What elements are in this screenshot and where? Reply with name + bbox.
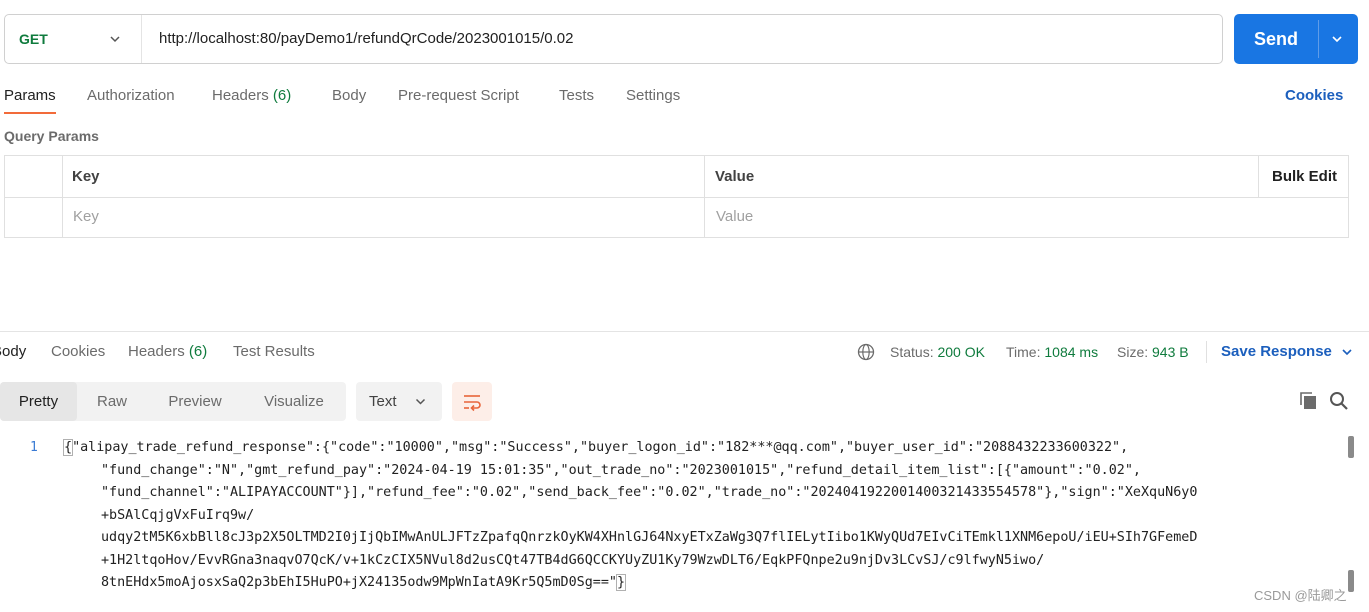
tab-tests[interactable]: Tests <box>559 84 594 108</box>
headers-count: (6) <box>272 87 292 104</box>
tab-settings[interactable]: Settings <box>626 84 680 108</box>
divider <box>1206 341 1207 363</box>
value-input[interactable]: Value <box>716 197 1336 237</box>
send-label[interactable]: Send <box>1234 14 1318 64</box>
scrollbar-thumb[interactable] <box>1348 436 1354 458</box>
url-bar: GET http://localhost:80/payDemo1/refundQ… <box>4 14 1223 64</box>
view-mode-raw[interactable]: Raw <box>80 382 144 421</box>
divider <box>141 15 142 63</box>
code-line: "fund_channel":"ALIPAYACCOUNT"}],"refund… <box>101 485 1198 500</box>
scrollbar-thumb[interactable] <box>1348 570 1354 592</box>
chevron-down-icon[interactable] <box>108 32 122 46</box>
cookies-link[interactable]: Cookies <box>1285 84 1343 108</box>
tab-response-cookies[interactable]: Cookies <box>51 341 105 363</box>
code-line: udqy2tM5K6xbBll8cJ3p2X5OLTMD2I0jIjQbIMwA… <box>101 530 1198 545</box>
column-header-value: Value <box>715 168 755 185</box>
view-mode-preview[interactable]: Preview <box>155 382 235 421</box>
code-line: +1H2ltqoHov/EvvRGna3naqvO7QcK/v+1kCzCIX5… <box>101 552 1045 568</box>
divider <box>1258 156 1259 197</box>
tab-headers[interactable]: Headers (6) <box>212 84 291 108</box>
format-select[interactable]: Text <box>356 382 442 421</box>
tab-pre-request-script[interactable]: Pre-request Script <box>398 84 519 108</box>
method-select[interactable]: GET <box>19 15 48 63</box>
open-brace: { <box>62 439 74 456</box>
response-body-code[interactable]: {"alipay_trade_refund_response":{"code":… <box>62 437 1334 595</box>
wrap-lines-icon <box>464 395 481 412</box>
view-mode-pretty[interactable]: Pretty <box>0 382 77 421</box>
chevron-down-icon <box>415 398 426 405</box>
key-input[interactable]: Key <box>73 197 693 237</box>
bulk-edit-button[interactable]: Bulk Edit <box>1272 156 1337 197</box>
tab-response-body[interactable]: Body <box>0 341 26 363</box>
size-label: Size: <box>1117 344 1149 360</box>
code-line: +bSAlCqjgVxFuIrq9w/ <box>101 507 255 523</box>
divider <box>704 156 705 237</box>
line-number: 1 <box>30 440 38 455</box>
format-label: Text <box>369 393 397 410</box>
url-input[interactable]: http://localhost:80/payDemo1/refundQrCod… <box>159 15 573 63</box>
status-label: Status: <box>890 344 934 360</box>
status-readout: Status: 200 OK <box>890 341 985 363</box>
divider <box>1318 20 1319 58</box>
size-value: 943 B <box>1152 344 1189 360</box>
chevron-down-icon[interactable] <box>1340 345 1354 359</box>
code-line: 8tnEHdx5moAjosxSaQ2p3bEhI5HuPO+jX24135od… <box>101 575 617 590</box>
code-line: "alipay_trade_refund_response":{"code":"… <box>72 440 1129 455</box>
save-response-button[interactable]: Save Response <box>1221 341 1332 363</box>
time-readout: Time: 1084 ms <box>1006 341 1098 363</box>
time-value: 1084 ms <box>1044 344 1099 360</box>
query-params-title: Query Params <box>4 128 99 144</box>
status-value: 200 OK <box>937 344 985 360</box>
tab-params[interactable]: Params <box>4 84 56 108</box>
send-button[interactable]: Send <box>1234 14 1358 64</box>
headers-count: (6) <box>188 343 208 360</box>
wrap-lines-button[interactable] <box>452 382 492 421</box>
divider <box>0 331 1369 332</box>
tab-authorization[interactable]: Authorization <box>87 84 175 108</box>
code-line-last: 8tnEHdx5moAjosxSaQ2p3bEhI5HuPO+jX24135od… <box>64 572 1334 595</box>
tab-label: Headers <box>128 343 185 360</box>
tab-body[interactable]: Body <box>332 84 366 108</box>
tab-label: Headers <box>212 87 269 104</box>
view-mode-visualize[interactable]: Visualize <box>250 382 338 421</box>
close-brace: } <box>615 574 627 591</box>
code-line: "fund_change":"N","gmt_refund_pay":"2024… <box>101 462 1141 478</box>
tab-test-results[interactable]: Test Results <box>233 341 315 363</box>
chevron-down-icon[interactable] <box>1330 32 1344 46</box>
active-tab-indicator <box>4 112 56 114</box>
query-params-table: Key Value Bulk Edit Key Value <box>4 155 1349 238</box>
column-header-key: Key <box>72 168 100 185</box>
divider <box>62 156 63 237</box>
search-icon[interactable] <box>1328 390 1350 412</box>
tab-response-headers[interactable]: Headers (6) <box>128 341 207 363</box>
size-readout: Size: 943 B <box>1117 341 1189 363</box>
globe-icon[interactable] <box>857 343 875 361</box>
watermark: CSDN @陆卿之 <box>1254 588 1347 603</box>
time-label: Time: <box>1006 344 1041 360</box>
copy-icon[interactable] <box>1298 390 1320 412</box>
